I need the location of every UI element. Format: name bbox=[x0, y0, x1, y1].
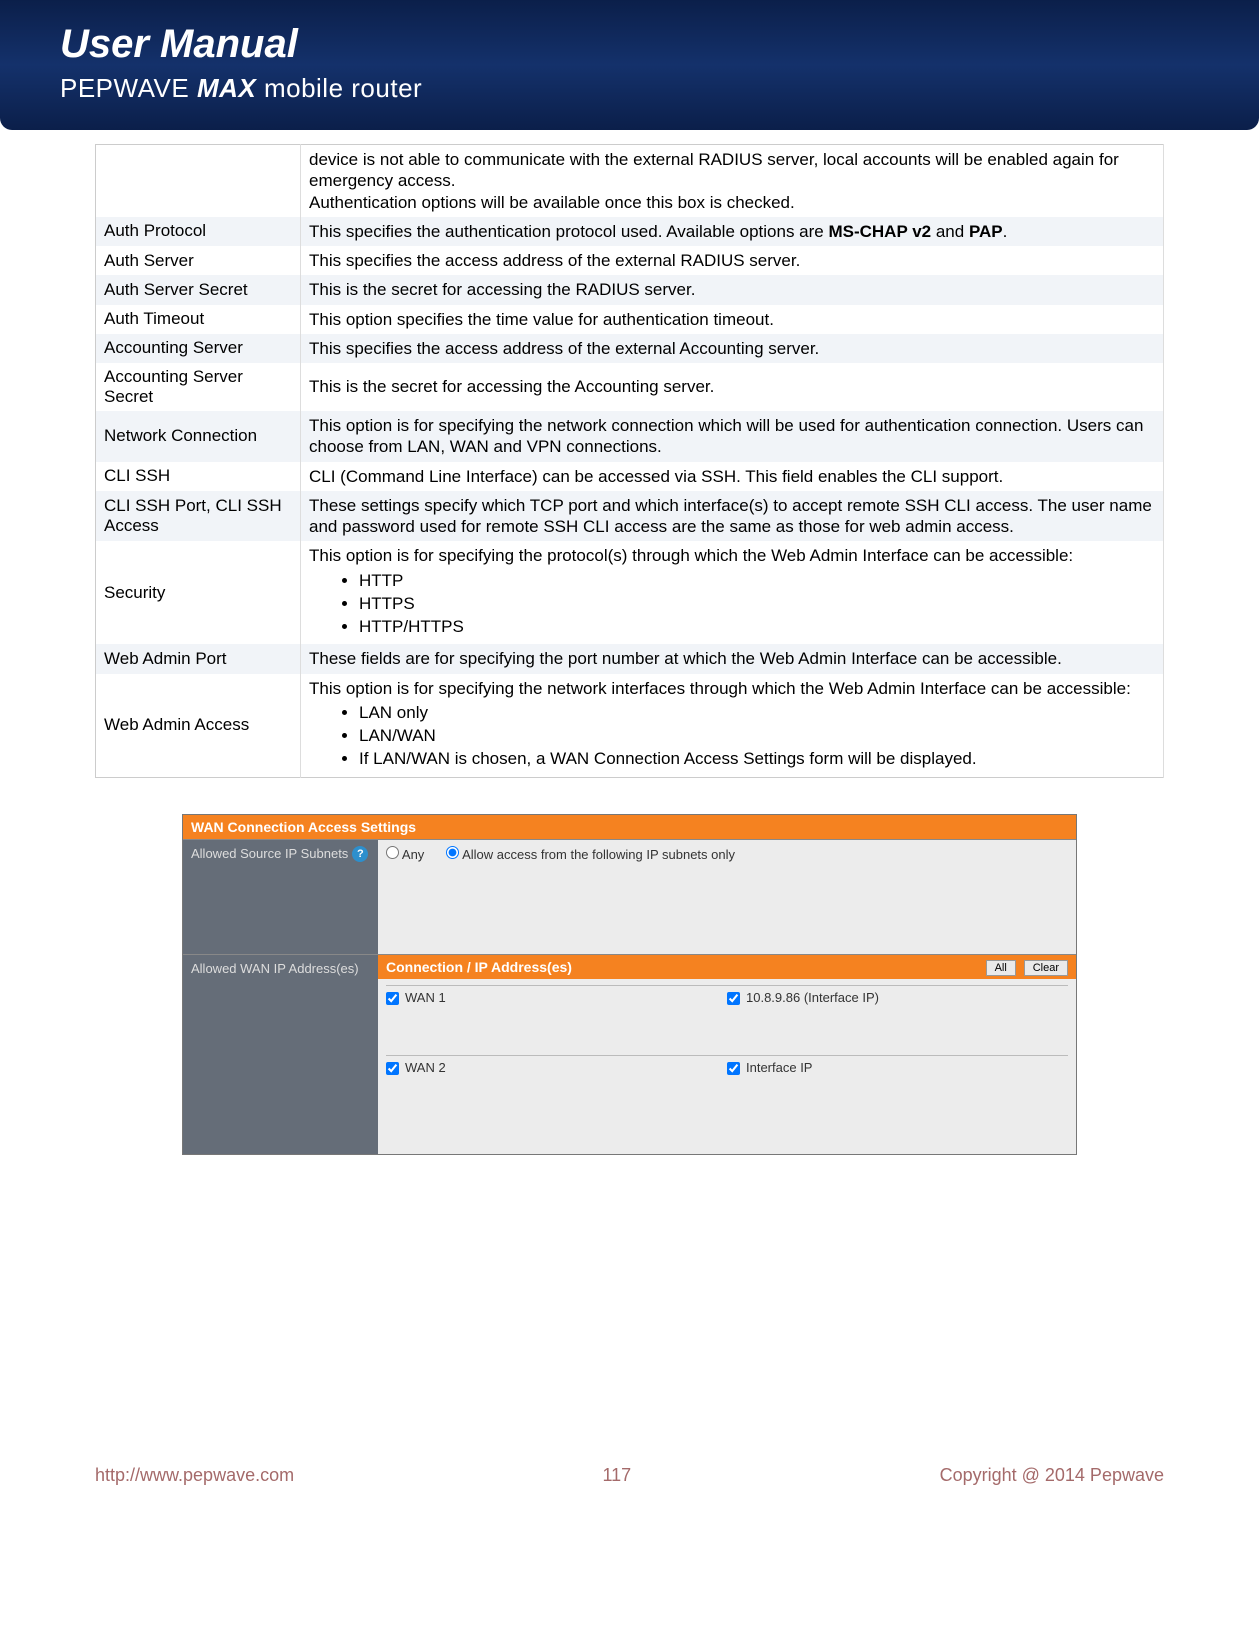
header-title: User Manual bbox=[60, 22, 1199, 67]
table-row-label: Auth Server Secret bbox=[96, 275, 301, 304]
page-footer: http://www.pepwave.com 117 Copyright @ 2… bbox=[0, 1465, 1259, 1526]
table-row: Web Admin AccessThis option is for speci… bbox=[96, 674, 1164, 778]
bullet-item: HTTP bbox=[359, 569, 1155, 592]
all-button[interactable]: All bbox=[986, 960, 1016, 976]
table-row-label: Accounting Server Secret bbox=[96, 363, 301, 411]
table-row: Auth ServerThis specifies the access add… bbox=[96, 246, 1164, 275]
table-row-desc: This option is for specifying the networ… bbox=[301, 411, 1164, 462]
footer-url: http://www.pepwave.com bbox=[95, 1465, 294, 1486]
table-row-label: CLI SSH Port, CLI SSH Access bbox=[96, 491, 301, 542]
radio-any[interactable]: Any bbox=[386, 847, 424, 862]
bullet-item: LAN only bbox=[359, 701, 1155, 724]
table-row: device is not able to communicate with t… bbox=[96, 145, 1164, 217]
brand-pepwave: PEPWAVE bbox=[60, 73, 189, 103]
table-row-desc: This option specifies the time value for… bbox=[301, 305, 1164, 334]
header-subtitle: PEPWAVE MAX mobile router bbox=[60, 73, 1199, 104]
brand-max: MAX bbox=[197, 73, 256, 103]
table-row-label: Security bbox=[96, 541, 301, 644]
radio-allow[interactable]: Allow access from the following IP subne… bbox=[446, 847, 735, 862]
table-row: CLI SSHCLI (Command Line Interface) can … bbox=[96, 462, 1164, 491]
table-row-desc: This is the secret for accessing the RAD… bbox=[301, 275, 1164, 304]
allowed-source-label: Allowed Source IP Subnets ? bbox=[183, 840, 378, 954]
table-row-label: Auth Protocol bbox=[96, 217, 301, 246]
allowed-wan-label: Allowed WAN IP Address(es) bbox=[183, 955, 378, 1154]
table-row: Auth TimeoutThis option specifies the ti… bbox=[96, 305, 1164, 334]
table-row: CLI SSH Port, CLI SSH AccessThese settin… bbox=[96, 491, 1164, 542]
connection-grid-header: Connection / IP Address(es) All Clear bbox=[378, 955, 1076, 979]
table-row-label: Network Connection bbox=[96, 411, 301, 462]
table-row: Auth Server SecretThis is the secret for… bbox=[96, 275, 1164, 304]
wan2-ip-checkbox[interactable]: Interface IP bbox=[727, 1060, 1068, 1075]
table-row-desc: This option is for specifying the protoc… bbox=[301, 541, 1164, 644]
table-row-desc: This specifies the authentication protoc… bbox=[301, 217, 1164, 246]
allowed-source-body: Any Allow access from the following IP s… bbox=[378, 840, 1076, 954]
table-row: SecurityThis option is for specifying th… bbox=[96, 541, 1164, 644]
footer-page: 117 bbox=[602, 1465, 631, 1486]
table-row-desc: These settings specify which TCP port an… bbox=[301, 491, 1164, 542]
table-row-desc: This is the secret for accessing the Acc… bbox=[301, 363, 1164, 411]
wan1-checkbox[interactable]: WAN 1 bbox=[386, 990, 727, 1005]
bullet-item: HTTPS bbox=[359, 592, 1155, 615]
table-row-desc: This specifies the access address of the… bbox=[301, 246, 1164, 275]
table-row-desc: This specifies the access address of the… bbox=[301, 334, 1164, 363]
table-row: Web Admin PortThese fields are for speci… bbox=[96, 644, 1164, 673]
table-row-desc: This option is for specifying the networ… bbox=[301, 674, 1164, 778]
wan2-checkbox[interactable]: WAN 2 bbox=[386, 1060, 727, 1075]
table-row-desc: These fields are for specifying the port… bbox=[301, 644, 1164, 673]
settings-description-table: device is not able to communicate with t… bbox=[95, 144, 1164, 778]
wan-settings-title: WAN Connection Access Settings bbox=[183, 815, 1076, 839]
table-row-label bbox=[96, 145, 301, 217]
table-row-label: Auth Server bbox=[96, 246, 301, 275]
bullet-item: HTTP/HTTPS bbox=[359, 615, 1155, 638]
brand-tail: mobile router bbox=[264, 73, 422, 103]
table-row: Auth ProtocolThis specifies the authenti… bbox=[96, 217, 1164, 246]
table-row: Network ConnectionThis option is for spe… bbox=[96, 411, 1164, 462]
table-row-label: Accounting Server bbox=[96, 334, 301, 363]
table-row: Accounting ServerThis specifies the acce… bbox=[96, 334, 1164, 363]
help-icon[interactable]: ? bbox=[352, 846, 368, 862]
table-row-desc: CLI (Command Line Interface) can be acce… bbox=[301, 462, 1164, 491]
clear-button[interactable]: Clear bbox=[1024, 960, 1068, 976]
table-row-label: Web Admin Port bbox=[96, 644, 301, 673]
table-row-desc: device is not able to communicate with t… bbox=[301, 145, 1164, 217]
table-row-label: Auth Timeout bbox=[96, 305, 301, 334]
footer-copyright: Copyright @ 2014 Pepwave bbox=[940, 1465, 1164, 1486]
wan1-ip-checkbox[interactable]: 10.8.9.86 (Interface IP) bbox=[727, 990, 1068, 1005]
table-row-label: CLI SSH bbox=[96, 462, 301, 491]
bullet-item: LAN/WAN bbox=[359, 724, 1155, 747]
table-row-label: Web Admin Access bbox=[96, 674, 301, 778]
wan-settings-panel: WAN Connection Access Settings Allowed S… bbox=[182, 814, 1077, 1155]
bullet-item: If LAN/WAN is chosen, a WAN Connection A… bbox=[359, 747, 1155, 770]
table-row: Accounting Server SecretThis is the secr… bbox=[96, 363, 1164, 411]
manual-header: User Manual PEPWAVE MAX mobile router bbox=[0, 0, 1259, 130]
